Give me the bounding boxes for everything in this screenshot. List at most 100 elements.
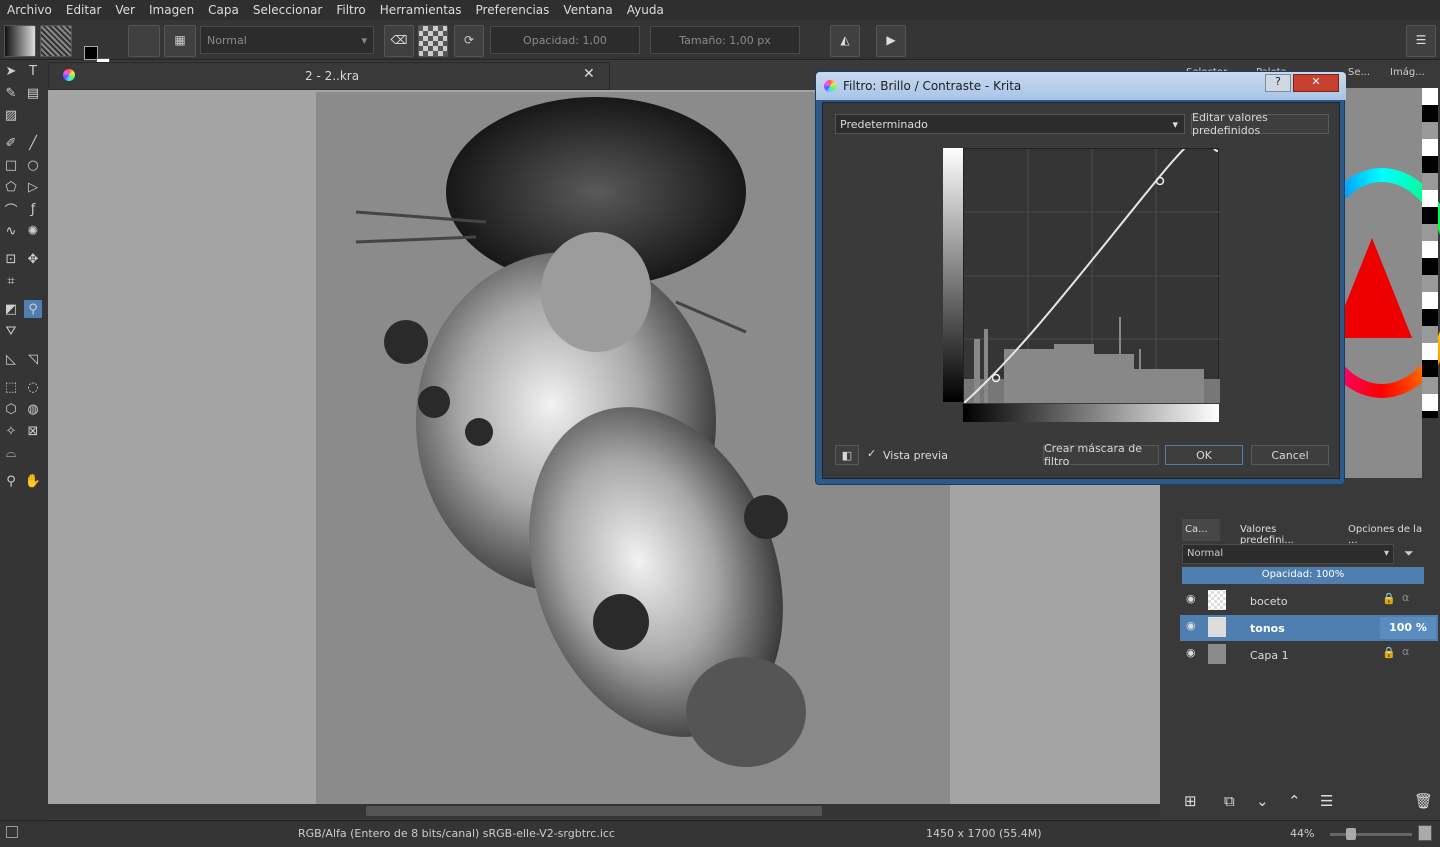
opacity-slider[interactable]: Opacidad: 1,00 <box>490 26 640 54</box>
edit-presets-button[interactable]: Editar valores predefinidos <box>1191 111 1329 137</box>
similar-select-icon[interactable]: ⊠ <box>24 422 42 440</box>
menu-preferencias[interactable]: Preferencias <box>469 3 557 17</box>
brush-preset-button[interactable] <box>128 25 160 57</box>
mirror-vertical-icon[interactable]: ▶ <box>876 25 906 57</box>
duplicate-layer-icon[interactable]: ⧉ <box>1224 792 1235 810</box>
layer-opacity-slider[interactable]: Opacidad: 100% <box>1182 567 1424 584</box>
polygon-select-icon[interactable]: ⬡ <box>2 400 20 418</box>
zoom-tool-icon[interactable]: ⚲ <box>2 472 20 490</box>
blend-mode-select[interactable]: Normal ▾ <box>200 26 374 54</box>
menu-ventana[interactable]: Ventana <box>556 3 619 17</box>
preserve-alpha-icon[interactable] <box>418 25 448 57</box>
contiguous-select-icon[interactable]: ✧ <box>2 422 20 440</box>
menu-ver[interactable]: Ver <box>108 3 142 17</box>
alpha-lock-icon[interactable]: α <box>1402 591 1409 604</box>
move-tool-icon[interactable]: ✥ <box>24 250 42 268</box>
color-picker-icon[interactable]: ⚲ <box>24 300 42 318</box>
gradient-preset-button[interactable] <box>4 25 36 57</box>
ellipse-tool-icon[interactable]: ○ <box>24 156 42 174</box>
pan-tool-icon[interactable]: ✋ <box>24 472 42 490</box>
select-shape-icon[interactable]: ➤ <box>2 62 20 80</box>
help-button[interactable]: ? <box>1265 74 1291 92</box>
eye-icon[interactable]: ◉ <box>1186 619 1196 632</box>
multibrush-icon[interactable]: ✺ <box>24 222 42 240</box>
filter-icon[interactable]: ⏷ <box>1398 544 1438 564</box>
tab-image[interactable]: Imág... <box>1386 62 1436 84</box>
layer-row-selected[interactable]: ◉ tonos 100 % <box>1180 615 1438 641</box>
text-tool-icon[interactable]: T <box>24 62 42 80</box>
add-layer-icon[interactable]: ⊞ <box>1184 792 1197 810</box>
zoom-slider[interactable] <box>1330 833 1412 836</box>
split-view-icon[interactable]: ◧ <box>835 445 859 465</box>
create-mask-button[interactable]: Crear máscara de filtro <box>1043 442 1159 468</box>
canvas-only-icon[interactable] <box>1418 825 1432 841</box>
layer-properties-icon[interactable]: ☰ <box>1320 792 1333 810</box>
grid-icon[interactable]: ▦ <box>164 25 196 57</box>
assistant-tool-icon[interactable]: ◺ <box>2 350 20 368</box>
ok-button[interactable]: OK <box>1165 445 1243 465</box>
tab-tool-options[interactable]: Opciones de la ... <box>1340 519 1438 546</box>
fill-tool-icon[interactable]: ⛛ <box>2 322 20 340</box>
color-history-strip[interactable] <box>1422 88 1438 418</box>
polygon-tool-icon[interactable]: ⬠ <box>2 178 20 196</box>
rectangle-tool-icon[interactable]: □ <box>2 156 20 174</box>
mirror-horizontal-icon[interactable]: ◭ <box>830 25 860 57</box>
menu-imagen[interactable]: Imagen <box>142 3 201 17</box>
document-tab[interactable]: 2 - 2..kra ✕ <box>48 62 610 90</box>
scrollbar-thumb[interactable] <box>366 806 822 816</box>
selection-indicator-icon[interactable] <box>6 826 18 838</box>
rect-select-icon[interactable]: ⬚ <box>2 378 20 396</box>
reload-icon[interactable]: ⟳ <box>454 25 484 57</box>
preset-select[interactable]: Predeterminado ▾ <box>835 114 1185 134</box>
move-down-icon[interactable]: ⌄ <box>1256 792 1269 810</box>
curve-editor[interactable] <box>963 131 1220 404</box>
pattern-preset-button[interactable] <box>40 25 72 57</box>
close-icon[interactable]: ✕ <box>583 66 595 82</box>
menu-ayuda[interactable]: Ayuda <box>620 3 671 17</box>
layer-row[interactable]: ◉ boceto 🔒 α <box>1180 588 1438 614</box>
freehand-select-icon[interactable]: ◍ <box>24 400 42 418</box>
polyline-tool-icon[interactable]: ▷ <box>24 178 42 196</box>
layer-opacity-value[interactable]: 100 % <box>1380 617 1436 639</box>
horizontal-scrollbar[interactable] <box>48 804 1160 818</box>
freehand-path-icon[interactable]: ƒ <box>24 200 42 218</box>
alpha-lock-icon[interactable]: α <box>1402 645 1409 658</box>
menu-capa[interactable]: Capa <box>201 3 246 17</box>
calligraphy-icon[interactable]: ✎ <box>2 84 20 102</box>
tab-layers[interactable]: Ca... <box>1182 519 1220 541</box>
bezier-tool-icon[interactable]: ⌒ <box>2 200 20 219</box>
gradient-tool-icon[interactable]: ◩ <box>2 300 20 318</box>
layer-row[interactable]: ◉ Capa 1 🔒 α <box>1180 642 1438 668</box>
menu-editar[interactable]: Editar <box>59 3 109 17</box>
move-up-icon[interactable]: ⌃ <box>1288 792 1301 810</box>
menu-herramientas[interactable]: Herramientas <box>373 3 469 17</box>
delete-layer-icon[interactable]: 🗑 <box>1414 792 1433 810</box>
docker-menu-icon[interactable]: ☰ <box>1406 25 1436 57</box>
lock-icon[interactable]: 🔒 <box>1382 646 1396 659</box>
crop-tool-icon[interactable]: ⌗ <box>2 272 20 290</box>
dialog-titlebar[interactable]: Filtro: Brillo / Contraste - Krita ? ✕ <box>816 72 1346 100</box>
menu-archivo[interactable]: Archivo <box>0 3 59 17</box>
freehand-brush-icon[interactable]: ✐ <box>2 134 20 152</box>
menu-seleccionar[interactable]: Seleccionar <box>246 3 329 17</box>
line-tool-icon[interactable]: ╱ <box>24 134 42 152</box>
zoom-slider-handle[interactable] <box>1346 828 1356 840</box>
menu-filtro[interactable]: Filtro <box>329 3 372 17</box>
tab-presets[interactable]: Valores predefini... <box>1232 519 1330 546</box>
preview-checkbox[interactable]: ✓ <box>867 447 879 461</box>
transform-tool-icon[interactable]: ⊡ <box>2 250 20 268</box>
curve-point[interactable] <box>1155 176 1165 186</box>
tab-se[interactable]: Se... <box>1344 62 1380 84</box>
size-slider[interactable]: Tamaño: 1,00 px <box>650 26 800 54</box>
measure-tool-icon[interactable]: ◹ <box>24 350 42 368</box>
dynamic-brush-icon[interactable]: ∿ <box>2 222 20 240</box>
bezier-select-icon[interactable]: ⌓ <box>2 444 20 462</box>
curve-graph[interactable] <box>963 131 1220 404</box>
gradient-fill-icon[interactable]: ▨ <box>2 106 20 124</box>
lock-icon[interactable]: 🔒 <box>1382 592 1396 605</box>
ellipse-select-icon[interactable]: ◌ <box>24 378 42 396</box>
eraser-icon[interactable]: ⌫ <box>384 25 414 57</box>
close-button[interactable]: ✕ <box>1293 74 1339 92</box>
cancel-button[interactable]: Cancel <box>1251 445 1329 465</box>
eye-icon[interactable]: ◉ <box>1186 646 1196 659</box>
